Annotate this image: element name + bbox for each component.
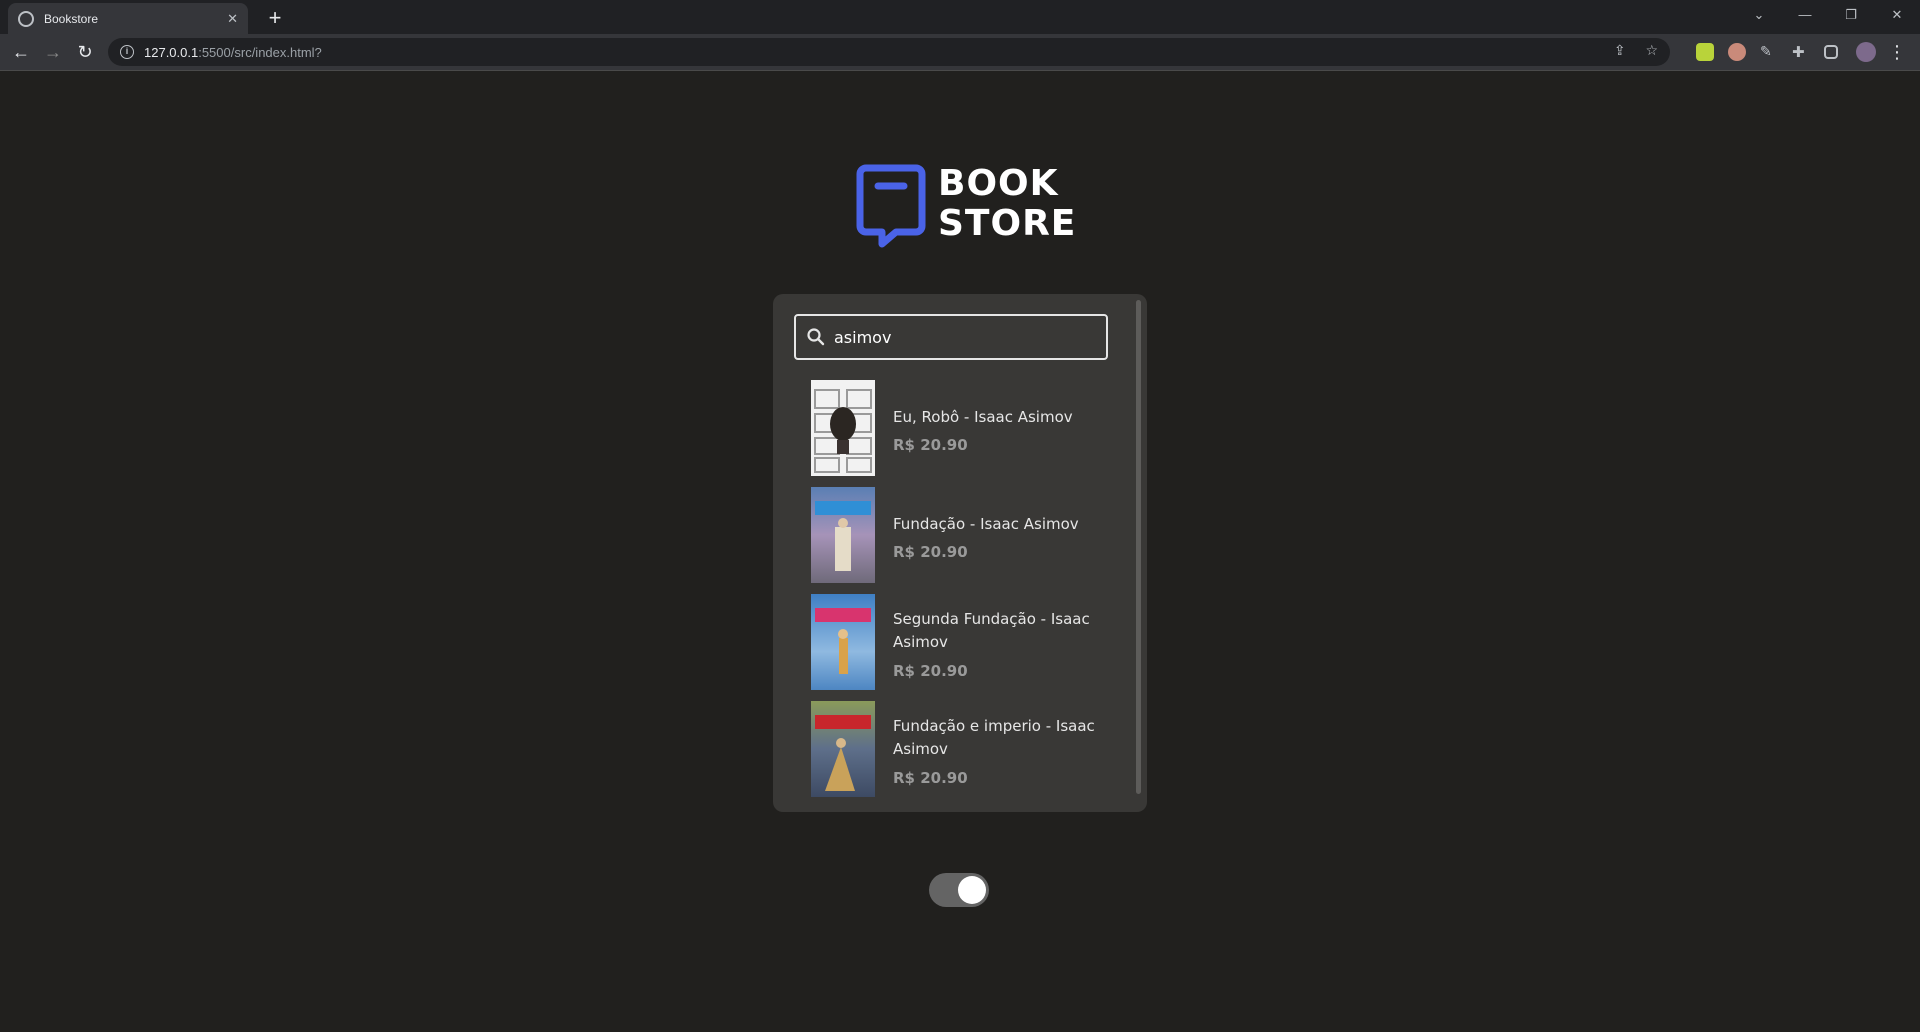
bookmark-star-icon[interactable]: ☆ <box>1645 42 1658 58</box>
globe-icon <box>18 10 34 27</box>
book-cover-image <box>811 380 875 476</box>
pen-extension-icon[interactable]: ✎ <box>1760 43 1778 61</box>
book-title: Fundação e imperio - Isaac Asimov <box>893 717 1095 758</box>
minimize-button[interactable]: — <box>1782 0 1828 30</box>
search-box[interactable] <box>794 314 1108 360</box>
theme-toggle-switch[interactable] <box>929 873 989 907</box>
browser-tab-strip: Bookstore ✕ + ⌄ — ❐ ✕ <box>0 0 1920 34</box>
book-title: Eu, Robô - Isaac Asimov <box>893 408 1073 426</box>
book-price: R$ 20.90 <box>893 436 968 454</box>
book-price: R$ 20.90 <box>893 543 968 561</box>
side-panel-icon[interactable] <box>1824 45 1838 59</box>
profile-avatar[interactable] <box>1856 42 1876 62</box>
book-cover-image <box>811 594 875 690</box>
close-window-button[interactable]: ✕ <box>1874 0 1920 30</box>
book-title: Segunda Fundação - Isaac Asimov <box>893 610 1090 651</box>
book-result-item[interactable]: Fundação e imperio - Isaac Asimov R$ 20.… <box>811 701 1111 797</box>
reload-button[interactable]: ↻ <box>72 39 98 65</box>
new-tab-button[interactable]: + <box>262 5 288 31</box>
browser-toolbar: ← → ↻ i 127.0.0.1:5500/src/index.html? ⇪… <box>0 34 1920 71</box>
address-bar[interactable]: i 127.0.0.1:5500/src/index.html? ⇪ ☆ <box>108 38 1670 66</box>
brand-name: BOOK STORE <box>938 164 1076 244</box>
book-result-item[interactable]: Eu, Robô - Isaac Asimov R$ 20.90 <box>811 380 1111 476</box>
forward-button[interactable]: → <box>40 39 66 65</box>
results-scrollbar[interactable] <box>1136 300 1141 794</box>
extension-icon[interactable] <box>1696 43 1714 61</box>
extension-icon[interactable] <box>1728 43 1746 61</box>
close-tab-icon[interactable]: ✕ <box>227 11 238 27</box>
book-price: R$ 20.90 <box>893 769 968 787</box>
share-icon[interactable]: ⇪ <box>1614 42 1626 58</box>
book-title: Fundação - Isaac Asimov <box>893 515 1079 533</box>
tab-title: Bookstore <box>44 11 99 26</box>
browser-tab[interactable]: Bookstore ✕ <box>8 3 248 34</box>
search-icon <box>807 328 825 346</box>
book-logo-icon <box>856 164 926 248</box>
tab-search-icon[interactable]: ⌄ <box>1736 0 1782 30</box>
menu-icon[interactable]: ⋮ <box>1884 39 1910 65</box>
url-text: 127.0.0.1:5500/src/index.html? <box>144 44 322 60</box>
site-info-icon[interactable]: i <box>120 45 134 59</box>
toggle-knob <box>958 876 986 904</box>
puzzle-icon[interactable]: ✚ <box>1792 43 1810 61</box>
back-button[interactable]: ← <box>8 39 34 65</box>
brand-line-2: STORE <box>938 203 1077 244</box>
book-cover-image <box>811 701 875 797</box>
book-price: R$ 20.90 <box>893 662 968 680</box>
search-input[interactable] <box>834 327 1074 347</box>
book-cover-image <box>811 487 875 583</box>
book-result-item[interactable]: Segunda Fundação - Isaac Asimov R$ 20.90 <box>811 594 1111 690</box>
brand-line-1: BOOK <box>938 163 1059 204</box>
book-result-item[interactable]: Fundação - Isaac Asimov R$ 20.90 <box>811 487 1111 583</box>
restore-button[interactable]: ❐ <box>1828 0 1874 30</box>
